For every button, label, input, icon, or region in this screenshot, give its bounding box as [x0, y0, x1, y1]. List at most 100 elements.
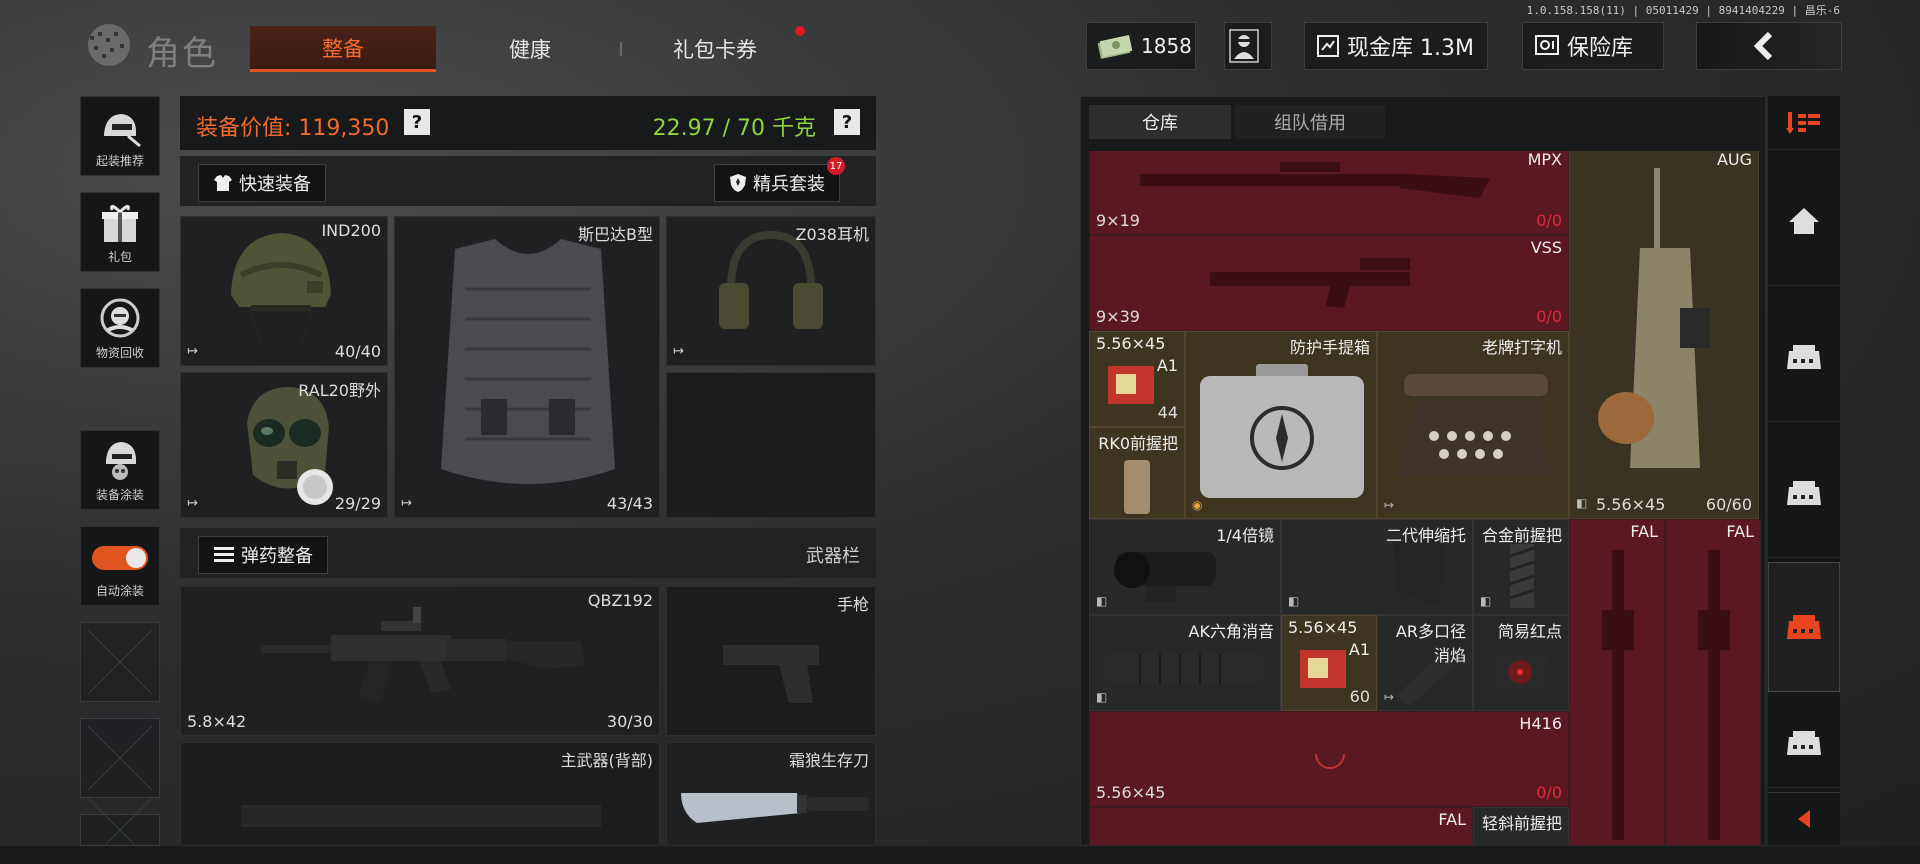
ammo-box-icon: [1108, 366, 1154, 404]
ammo-caliber: 5.56×45: [1096, 334, 1166, 353]
sort-button[interactable]: [1768, 96, 1840, 150]
item-count: 0/0: [1536, 307, 1562, 326]
collapse-nav-button[interactable]: [1768, 792, 1840, 846]
agent-icon: [1229, 29, 1259, 63]
back-weapon-label: 主武器(背部): [560, 751, 654, 770]
paint-icon: [106, 442, 136, 480]
storage-item-fal-2[interactable]: FAL: [1665, 519, 1761, 845]
item-name: 1/4倍镜: [1216, 526, 1274, 545]
storage-item-typewriter[interactable]: 老牌打字机 ↦: [1377, 331, 1569, 519]
ammo-grade: A1: [1156, 356, 1178, 375]
elite-set-button[interactable]: 精兵套装 17: [714, 157, 845, 202]
storage-page-1[interactable]: [1768, 292, 1840, 422]
auto-paint-toggle[interactable]: [92, 546, 148, 570]
weight-help-button[interactable]: ?: [834, 109, 860, 135]
storage-item-alloy-grip[interactable]: 合金前握把 ◧: [1473, 519, 1569, 615]
item-name: AK六角消音: [1188, 622, 1274, 641]
ammo-caliber: 5.56×45: [1288, 618, 1358, 637]
tab-divider: [620, 42, 622, 56]
tab-gift-cards[interactable]: 礼包卡券: [640, 26, 790, 72]
sidebar-label: 自动涂装: [95, 584, 144, 598]
helmet-slot[interactable]: IND200 ↦ 40/40: [180, 216, 388, 366]
storage-item-ammo-2[interactable]: 5.56×45 A1 60: [1281, 615, 1377, 711]
value-help-button[interactable]: ?: [404, 109, 430, 135]
storage-item-aug[interactable]: AUG 5.56×45 ◧ 60/60: [1569, 151, 1759, 519]
item-caliber: 9×19: [1096, 211, 1140, 230]
item-count: 0/0: [1536, 783, 1562, 802]
rifle-vss-icon: [1210, 258, 1410, 308]
storage-page-4[interactable]: [1768, 698, 1840, 788]
storage-item-rk0-grip[interactable]: RK0前握把: [1089, 427, 1185, 519]
storage-item-scope[interactable]: 1/4倍镜 ◧: [1089, 519, 1281, 615]
item-name: 合金前握把: [1481, 526, 1562, 545]
storage-home-button[interactable]: [1768, 156, 1840, 286]
storage-item-red-dot[interactable]: 简易红点: [1473, 615, 1569, 711]
storage-page-3[interactable]: [1768, 562, 1840, 692]
tab-warehouse[interactable]: 仓库: [1089, 105, 1231, 139]
cash-vault-button[interactable]: 现金库 1.3M: [1304, 22, 1488, 70]
sidebar-item-paint[interactable]: 装备涂装: [80, 430, 160, 510]
empty-gear-slot[interactable]: [666, 372, 876, 518]
back-button[interactable]: [1696, 22, 1842, 70]
mask-slot[interactable]: RAL20野外 ↦ 29/29: [180, 372, 388, 518]
shirt-icon: [214, 175, 232, 191]
unequip-icon[interactable]: ↦: [187, 344, 198, 359]
sidebar-label: 礼包: [107, 250, 132, 264]
storage-item-ammo-1[interactable]: 5.56×45 A1 44: [1089, 331, 1185, 427]
helmet-durability: 40/40: [334, 342, 381, 361]
safe-button[interactable]: 保险库: [1522, 22, 1664, 70]
bound-icon: ◧: [1288, 594, 1300, 608]
tab-team-borrow[interactable]: 组队借用: [1235, 105, 1385, 139]
storage-item-angled-grip[interactable]: 轻斜前握把: [1473, 807, 1569, 845]
bound-icon: ◧: [1096, 594, 1108, 608]
bound-icon: ◧: [1576, 496, 1588, 510]
ammo-equip-button[interactable]: 弹药整备: [198, 536, 328, 574]
sidebar-item-recycle[interactable]: 物资回收: [80, 288, 160, 368]
storage-item-stock[interactable]: 二代伸缩托 ◧: [1281, 519, 1473, 615]
item-count: 60/60: [1705, 495, 1752, 514]
quick-equip-label: 快速装备: [239, 174, 311, 195]
storage-item-vss[interactable]: VSS 9×39 0/0: [1089, 235, 1569, 331]
item-name: 二代伸缩托: [1385, 526, 1466, 545]
briefcase-icon: [1200, 364, 1364, 498]
bottom-strip: [0, 846, 1920, 864]
storage-item-fal-1[interactable]: FAL: [1569, 519, 1665, 845]
unequip-icon[interactable]: ↦: [401, 496, 412, 511]
sidebar-item-gift[interactable]: 礼包: [80, 192, 160, 272]
fal-rifle-icon: [1602, 550, 1634, 840]
armor-name: 斯巴达B型: [578, 225, 653, 244]
unequip-icon[interactable]: ↦: [673, 344, 684, 359]
elite-set-badge: 17: [827, 157, 845, 175]
armor-slot[interactable]: 斯巴达B型 ↦ 43/43: [394, 216, 660, 518]
elite-set-label: 精兵套装: [753, 174, 825, 195]
unequip-icon[interactable]: ↦: [187, 496, 198, 511]
rifle-slot[interactable]: QBZ192 5.8×42 30/30: [180, 586, 660, 736]
knife-slot[interactable]: 霜狼生存刀: [666, 742, 876, 846]
storage-box-icon: [1787, 344, 1821, 369]
storage-item-h416[interactable]: H416 5.56×45 0/0: [1089, 711, 1569, 807]
tab-equip[interactable]: 整备: [250, 26, 436, 72]
pistol-slot[interactable]: 手枪: [666, 586, 876, 736]
storage-item-fal-3[interactable]: FAL: [1089, 807, 1473, 845]
storage-item-ak-suppressor[interactable]: AK六角消音 ◧: [1089, 615, 1281, 711]
grip-icon: [1124, 460, 1150, 514]
back-weapon-slot[interactable]: 主武器(背部): [180, 742, 660, 846]
cash-display[interactable]: 1858: [1086, 22, 1196, 70]
back-weapon-placeholder-icon: [241, 805, 601, 827]
rifle-name: QBZ192: [587, 591, 653, 610]
sidebar-empty-slot: [80, 622, 160, 702]
ammo-icon: [214, 547, 234, 562]
storage-item-protective-case[interactable]: 防护手提箱 ◉: [1185, 331, 1377, 519]
sidebar-item-loadout[interactable]: 起装推荐: [80, 96, 160, 176]
tab-health[interactable]: 健康: [470, 26, 590, 72]
sidebar-item-auto-paint[interactable]: 自动涂装: [80, 526, 160, 606]
sidebar-label: 装备涂装: [95, 488, 144, 502]
item-caliber: 9×39: [1096, 307, 1140, 326]
quick-equip-button[interactable]: 快速装备: [198, 164, 326, 202]
safe-icon: [1535, 35, 1559, 55]
storage-item-mpx[interactable]: MPX 9×19 0/0: [1089, 151, 1569, 235]
storage-item-ar-brake[interactable]: AR多口径消焰 ↦: [1377, 615, 1473, 711]
headset-slot[interactable]: Z038耳机 ↦: [666, 216, 876, 366]
agent-button[interactable]: [1224, 22, 1272, 70]
storage-page-2[interactable]: [1768, 428, 1840, 558]
